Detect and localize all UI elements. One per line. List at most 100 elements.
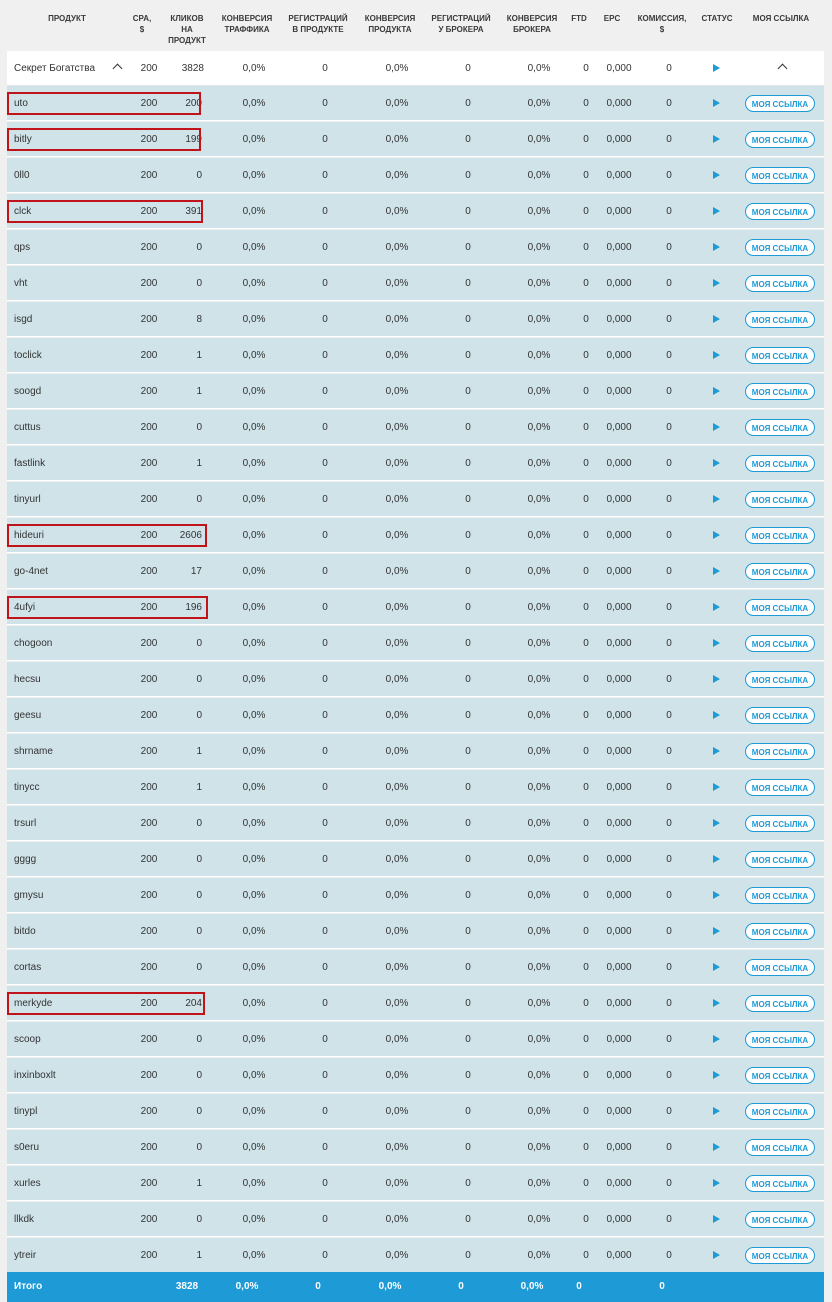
play-icon[interactable]	[713, 423, 720, 431]
my-link-button[interactable]: МОЯ ССЫЛКА	[745, 203, 815, 220]
my-link-button[interactable]: МОЯ ССЫЛКА	[745, 455, 815, 472]
my-link-button[interactable]: МОЯ ССЫЛКА	[745, 167, 815, 184]
my-link-button[interactable]: МОЯ ССЫЛКА	[745, 131, 815, 148]
play-icon[interactable]	[713, 531, 720, 539]
play-icon[interactable]	[713, 135, 720, 143]
my-link-button[interactable]: МОЯ ССЫЛКА	[745, 527, 815, 544]
my-link-button[interactable]: МОЯ ССЫЛКА	[745, 995, 815, 1012]
play-icon[interactable]	[713, 999, 720, 1007]
play-icon[interactable]	[713, 279, 720, 287]
play-icon[interactable]	[713, 747, 720, 755]
cell-conv-broker: 0,0%	[527, 134, 551, 145]
play-icon[interactable]	[713, 459, 720, 467]
my-link-button[interactable]: МОЯ ССЫЛКА	[745, 851, 815, 868]
play-icon[interactable]	[713, 387, 720, 395]
cell-commission: 0	[666, 890, 672, 901]
play-icon[interactable]	[713, 1071, 720, 1079]
my-link-button[interactable]: МОЯ ССЫЛКА	[745, 887, 815, 904]
chevron-up-icon[interactable]	[777, 63, 788, 74]
cell-conv-broker: 0,0%	[527, 1178, 551, 1189]
play-icon[interactable]	[713, 351, 720, 359]
my-link-button[interactable]: МОЯ ССЫЛКА	[745, 347, 815, 364]
my-link-button[interactable]: МОЯ ССЫЛКА	[745, 563, 815, 580]
my-link-button[interactable]: МОЯ ССЫЛКА	[745, 383, 815, 400]
cell-reg-broker: 0	[465, 494, 471, 505]
cell-conv-product: 0,0%	[385, 674, 409, 685]
table-row: isgd 200 8 0,0% 0 0,0% 0 0,0% 0 0,000 0 МОЯ ССЫЛКА	[7, 302, 824, 337]
product-group-row[interactable]: Секрет Богатства 3828 200 0,0% 0 0,0% 0 0,0% 0 0,…	[7, 51, 824, 86]
cell-cpa: 200	[140, 1070, 158, 1081]
my-link-button[interactable]: МОЯ ССЫЛКА	[745, 815, 815, 832]
cell-commission: 0	[666, 1250, 672, 1261]
my-link-button[interactable]: МОЯ ССЫЛКА	[745, 1175, 815, 1192]
play-icon[interactable]	[713, 1107, 720, 1115]
table-row: cuttus 200 0 0,0% 0 0,0% 0 0,0% 0 0,000 0 МОЯ ССЫЛК…	[7, 410, 824, 445]
chevron-up-icon[interactable]	[112, 63, 123, 74]
my-link-button[interactable]: МОЯ ССЫЛКА	[745, 1211, 815, 1228]
cell-reg-product: 0	[322, 134, 328, 145]
play-icon[interactable]	[713, 603, 720, 611]
my-link-button[interactable]: МОЯ ССЫЛКА	[745, 1139, 815, 1156]
cell-conv-product: 0,0%	[385, 1070, 409, 1081]
play-icon[interactable]	[713, 675, 720, 683]
my-link-button[interactable]: МОЯ ССЫЛКА	[745, 671, 815, 688]
play-icon[interactable]	[713, 927, 720, 935]
cell-reg-product: 0	[322, 854, 328, 865]
cell-cpa: 200	[140, 962, 158, 973]
play-icon[interactable]	[713, 1251, 720, 1259]
cell-epc: 0,000	[606, 674, 632, 685]
my-link-button[interactable]: МОЯ ССЫЛКА	[745, 1031, 815, 1048]
my-link-button[interactable]: МОЯ ССЫЛКА	[745, 923, 815, 940]
cell-reg-broker: 0	[465, 746, 471, 757]
play-icon[interactable]	[713, 819, 720, 827]
cell-epc: 0,000	[606, 710, 632, 721]
play-icon[interactable]	[713, 567, 720, 575]
play-icon[interactable]	[713, 711, 720, 719]
play-icon[interactable]	[713, 171, 720, 179]
my-link-button[interactable]: МОЯ ССЫЛКА	[745, 1103, 815, 1120]
play-icon[interactable]	[713, 207, 720, 215]
cell-conv-traffic: 0,0%	[242, 926, 266, 937]
my-link-button[interactable]: МОЯ ССЫЛКА	[745, 635, 815, 652]
cell-ftd: 0	[583, 530, 589, 541]
play-icon[interactable]	[713, 315, 720, 323]
play-icon[interactable]	[713, 639, 720, 647]
play-icon[interactable]	[713, 64, 720, 72]
my-link-button[interactable]: МОЯ ССЫЛКА	[745, 599, 815, 616]
my-link-button[interactable]: МОЯ ССЫЛКА	[745, 707, 815, 724]
cell-clicks: 2606	[179, 530, 202, 541]
cell-ftd: 0	[583, 98, 589, 109]
play-icon[interactable]	[713, 891, 720, 899]
play-icon[interactable]	[713, 855, 720, 863]
cell-conv-traffic: 0,0%	[242, 350, 266, 361]
cell-commission: 0	[666, 962, 672, 973]
my-link-button[interactable]: МОЯ ССЫЛКА	[745, 275, 815, 292]
my-link-button[interactable]: МОЯ ССЫЛКА	[745, 311, 815, 328]
cell-conv-broker: 0,0%	[527, 818, 551, 829]
play-icon[interactable]	[713, 495, 720, 503]
cell-cpa: 200	[140, 314, 158, 325]
my-link-button[interactable]: МОЯ ССЫЛКА	[745, 959, 815, 976]
play-icon[interactable]	[713, 1179, 720, 1187]
play-icon[interactable]	[713, 1143, 720, 1151]
play-icon[interactable]	[713, 963, 720, 971]
my-link-button[interactable]: МОЯ ССЫЛКА	[745, 239, 815, 256]
my-link-button[interactable]: МОЯ ССЫЛКА	[745, 743, 815, 760]
play-icon[interactable]	[713, 243, 720, 251]
cell-ftd: 0	[583, 350, 589, 361]
my-link-button[interactable]: МОЯ ССЫЛКА	[745, 95, 815, 112]
play-icon[interactable]	[713, 1035, 720, 1043]
my-link-button[interactable]: МОЯ ССЫЛКА	[745, 779, 815, 796]
play-icon[interactable]	[713, 99, 720, 107]
play-icon[interactable]	[713, 1215, 720, 1223]
cell-epc: 0,000	[606, 314, 632, 325]
play-icon[interactable]	[713, 783, 720, 791]
my-link-button[interactable]: МОЯ ССЫЛКА	[745, 419, 815, 436]
cell-commission: 0	[666, 746, 672, 757]
my-link-button[interactable]: МОЯ ССЫЛКА	[745, 491, 815, 508]
cell-conv-broker: 0,0%	[527, 926, 551, 937]
my-link-button[interactable]: МОЯ ССЫЛКА	[745, 1247, 815, 1264]
my-link-button[interactable]: МОЯ ССЫЛКА	[745, 1067, 815, 1084]
table-row: gggg 200 0 0,0% 0 0,0% 0 0,0% 0 0,000 0 МОЯ ССЫЛКА	[7, 842, 824, 877]
product-name: hideuri	[14, 530, 45, 541]
